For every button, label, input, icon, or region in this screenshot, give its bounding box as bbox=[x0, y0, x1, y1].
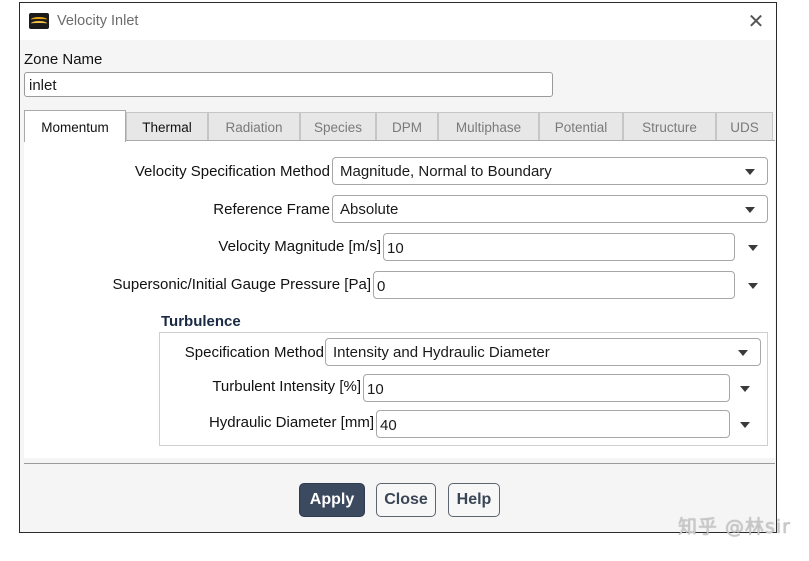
help-button[interactable]: Help bbox=[448, 483, 500, 517]
velocity-inlet-dialog: Velocity Inlet ✕ Zone Name inlet Momentu… bbox=[19, 2, 777, 533]
tab-uds[interactable]: UDS bbox=[716, 112, 773, 141]
velocity-magnitude-label: Velocity Magnitude [m/s] bbox=[218, 238, 381, 255]
tab-dpm[interactable]: DPM bbox=[376, 112, 438, 141]
tab-multiphase[interactable]: Multiphase bbox=[438, 112, 539, 141]
turbulence-spec-dropdown[interactable]: Intensity and Hydraulic Diameter bbox=[325, 338, 761, 366]
apply-button[interactable]: Apply bbox=[299, 483, 365, 517]
turbulent-intensity-field[interactable]: 10 bbox=[363, 374, 730, 402]
chevron-down-icon bbox=[738, 350, 748, 356]
tab-momentum[interactable]: Momentum bbox=[24, 110, 126, 142]
close-button[interactable]: Close bbox=[376, 483, 436, 517]
turbulent-intensity-label: Turbulent Intensity [%] bbox=[212, 378, 361, 395]
turbulence-spec-label: Specification Method bbox=[184, 344, 324, 361]
turbulence-spec-value: Intensity and Hydraulic Diameter bbox=[333, 344, 550, 361]
zone-name-label: Zone Name bbox=[24, 51, 103, 68]
reference-frame-label: Reference Frame bbox=[213, 201, 330, 218]
hydraulic-diameter-label: Hydraulic Diameter [mm] bbox=[208, 414, 374, 431]
reference-frame-value: Absolute bbox=[340, 201, 399, 218]
chevron-down-icon[interactable] bbox=[740, 386, 750, 392]
watermark: 知乎 @林sir bbox=[677, 516, 791, 538]
gauge-pressure-label: Supersonic/Initial Gauge Pressure [Pa] bbox=[112, 276, 371, 293]
tab-radiation[interactable]: Radiation bbox=[208, 112, 300, 141]
reference-frame-dropdown[interactable]: Absolute bbox=[332, 195, 768, 223]
momentum-panel: Velocity Specification Method Magnitude,… bbox=[24, 140, 775, 458]
chevron-down-icon[interactable] bbox=[748, 283, 758, 289]
chevron-down-icon[interactable] bbox=[748, 245, 758, 251]
window-title: Velocity Inlet bbox=[57, 13, 139, 29]
zone-name-field[interactable]: inlet bbox=[24, 72, 553, 97]
tab-bar: Momentum Thermal Radiation Species DPM M… bbox=[24, 110, 775, 142]
footer-divider bbox=[24, 463, 775, 464]
ansys-fluent-icon bbox=[29, 13, 49, 29]
hydraulic-diameter-field[interactable]: 40 bbox=[376, 410, 730, 438]
tab-species[interactable]: Species bbox=[300, 112, 376, 141]
chevron-down-icon bbox=[745, 169, 755, 175]
velocity-magnitude-field[interactable]: 10 bbox=[383, 233, 735, 261]
chevron-down-icon[interactable] bbox=[740, 422, 750, 428]
turbulence-group-title: Turbulence bbox=[161, 313, 241, 330]
title-bar: Velocity Inlet ✕ bbox=[20, 3, 776, 40]
velocity-spec-dropdown[interactable]: Magnitude, Normal to Boundary bbox=[332, 157, 768, 185]
close-icon[interactable]: ✕ bbox=[744, 9, 768, 33]
chevron-down-icon bbox=[745, 207, 755, 213]
velocity-spec-value: Magnitude, Normal to Boundary bbox=[340, 163, 552, 180]
tab-structure[interactable]: Structure bbox=[623, 112, 716, 141]
gauge-pressure-field[interactable]: 0 bbox=[373, 271, 735, 299]
tab-thermal[interactable]: Thermal bbox=[126, 112, 208, 141]
velocity-spec-label: Velocity Specification Method bbox=[134, 163, 330, 180]
tab-potential[interactable]: Potential bbox=[539, 112, 623, 141]
